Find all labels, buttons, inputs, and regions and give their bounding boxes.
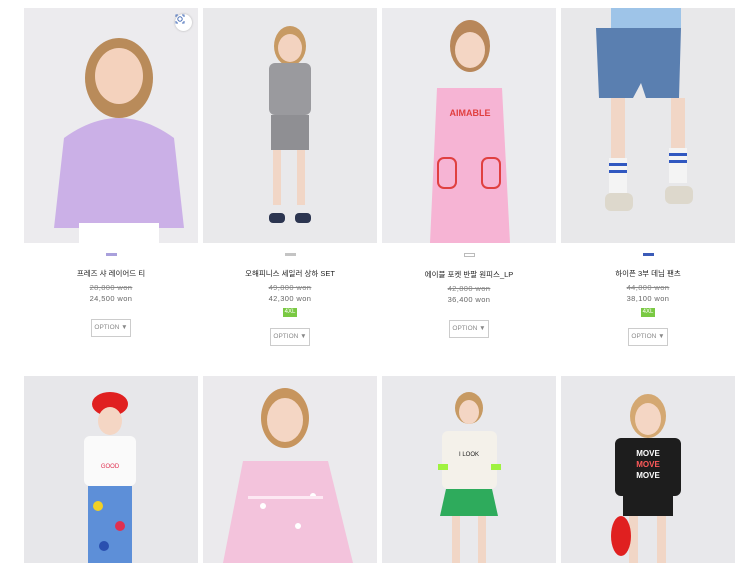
- product-card[interactable]: 오해피니스 세일러 상하 SET 49,800 won 42,300 won 4…: [203, 8, 377, 346]
- product-photo[interactable]: [203, 376, 377, 563]
- product-name[interactable]: 에이블 포켓 반팔 원피스_LP: [382, 269, 556, 280]
- size-badge: 4XL: [641, 308, 655, 317]
- svg-text:MOVE: MOVE: [636, 460, 660, 469]
- option-button[interactable]: OPTION ▼: [628, 328, 668, 346]
- product-photo[interactable]: [203, 8, 377, 243]
- svg-text:GOOD: GOOD: [101, 464, 120, 470]
- original-price: 49,800 won: [268, 283, 312, 292]
- product-card[interactable]: [203, 376, 377, 563]
- product-card[interactable]: I LOOK: [382, 376, 556, 563]
- product-photo[interactable]: GOOD: [24, 376, 198, 563]
- svg-text:I LOOK: I LOOK: [459, 452, 479, 458]
- product-card[interactable]: MOVE MOVE MOVE: [561, 376, 735, 563]
- child-model-image: [269, 26, 311, 223]
- original-price: 28,800 won: [89, 283, 133, 292]
- svg-text:AIMABLE: AIMABLE: [450, 108, 491, 118]
- product-photo[interactable]: [24, 8, 198, 243]
- svg-text:MOVE: MOVE: [636, 471, 660, 480]
- sale-price: 24,500 won: [89, 294, 133, 303]
- sale-price: 38,100 won: [626, 294, 670, 303]
- child-model-image: AIMABLE: [430, 20, 510, 243]
- color-swatch[interactable]: [463, 253, 475, 257]
- color-swatch[interactable]: [642, 253, 654, 256]
- size-badge: 4XL: [283, 308, 297, 317]
- child-model-image: [54, 38, 184, 243]
- product-photo[interactable]: MOVE MOVE MOVE: [561, 376, 735, 563]
- option-button[interactable]: OPTION ▼: [270, 328, 310, 346]
- product-photo[interactable]: I LOOK: [382, 376, 556, 563]
- lens-search-icon[interactable]: [175, 14, 192, 31]
- product-photo[interactable]: [561, 8, 735, 243]
- original-price: 42,800 won: [447, 284, 491, 293]
- sale-price: 36,400 won: [447, 295, 491, 304]
- product-photo[interactable]: AIMABLE: [382, 8, 556, 243]
- sale-price: 42,300 won: [268, 294, 312, 303]
- product-card[interactable]: GOOD: [24, 376, 198, 563]
- product-card[interactable]: AIMABLE 에이블 포켓 반팔 원피스_LP 42,800 won 36,4…: [382, 8, 556, 338]
- option-button[interactable]: OPTION ▼: [449, 320, 489, 338]
- original-price: 44,800 won: [626, 283, 670, 292]
- product-name[interactable]: 오해피니스 세일러 상하 SET: [203, 268, 377, 279]
- child-model-image: [223, 388, 353, 563]
- product-card[interactable]: 하이픈 3부 데님 팬츠 44,800 won 38,100 won 4XL O…: [561, 8, 735, 346]
- child-model-image: I LOOK: [438, 392, 501, 563]
- option-button[interactable]: OPTION ▼: [91, 319, 131, 337]
- product-card[interactable]: 프레즈 샤 레이어드 티 28,800 won 24,500 won OPTIO…: [24, 8, 198, 337]
- color-swatch[interactable]: [105, 253, 117, 256]
- child-model-image: GOOD: [84, 392, 136, 563]
- product-name[interactable]: 프레즈 샤 레이어드 티: [24, 268, 198, 279]
- child-model-image: [596, 8, 693, 211]
- svg-text:MOVE: MOVE: [636, 449, 660, 458]
- product-name[interactable]: 하이픈 3부 데님 팬츠: [561, 268, 735, 279]
- color-swatch[interactable]: [284, 253, 296, 256]
- child-model-image: MOVE MOVE MOVE: [611, 394, 681, 563]
